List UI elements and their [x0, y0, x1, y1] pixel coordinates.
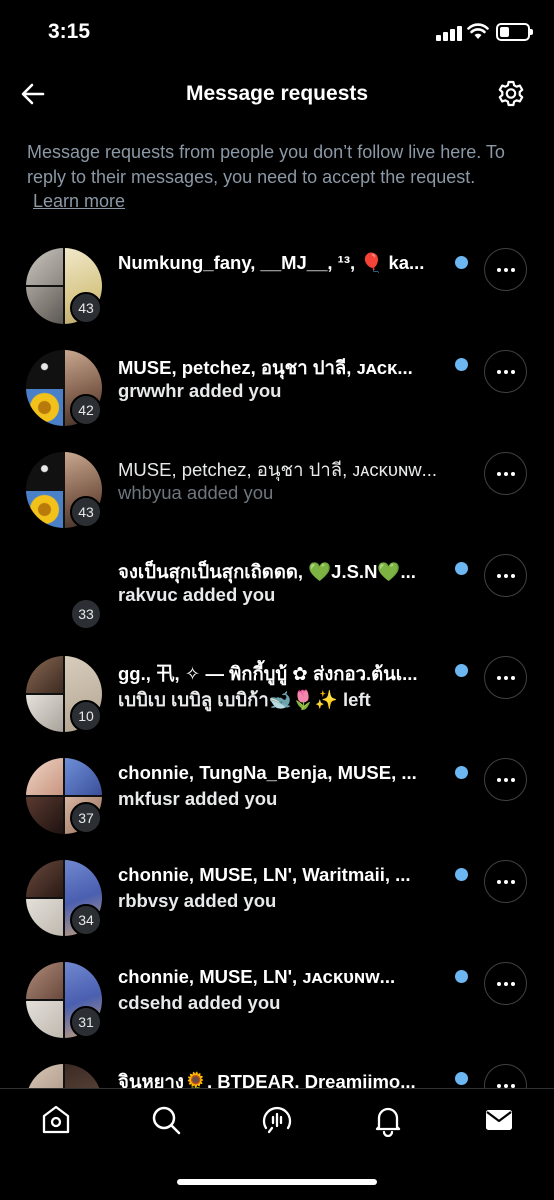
member-count-badge: 42 [70, 394, 102, 426]
more-options-button[interactable] [484, 758, 527, 801]
info-text: Message requests from people you don’t f… [27, 142, 505, 187]
top-header: Message requests [0, 66, 554, 122]
learn-more-link[interactable]: Learn more [33, 191, 125, 211]
member-count-badge: 37 [70, 802, 102, 834]
message-request-row[interactable]: 10 gg., 卂, ✧ — พิกกี้บูบู้ ✿ ส่งกอว.ต้นเ… [0, 630, 554, 732]
cellular-signal-icon [436, 25, 462, 41]
unread-indicator [455, 358, 468, 371]
conversation-subtitle: เบบิเบ เบบิลู เบบิก้า🐋🌷✨ left [118, 689, 371, 710]
status-bar: 3:15 [0, 0, 554, 66]
message-request-row[interactable]: 43 Numkung_fany, __MJ__, ¹³, 🎈 ka... [0, 222, 554, 324]
notifications-icon[interactable] [371, 1103, 405, 1137]
member-count-badge: 33 [70, 598, 102, 630]
conversation-names: Numkung_fany, __MJ__, ¹³, 🎈 ka... [118, 252, 425, 273]
home-icon[interactable] [39, 1103, 73, 1137]
search-icon[interactable] [149, 1103, 183, 1137]
conversation-names: MUSE, petchez, อนุชา ปาลี, ᴊᴀᴄᴋᴜɴᴡ... [118, 459, 438, 480]
battery-icon [496, 23, 533, 41]
message-request-row[interactable]: 31 chonnie, MUSE, LN', ᴊᴀᴄᴋᴜɴᴡ... cdsehd… [0, 936, 554, 1038]
status-time: 3:15 [48, 20, 91, 43]
message-request-list[interactable]: 43 Numkung_fany, __MJ__, ¹³, 🎈 ka... 42 … [0, 222, 554, 1088]
more-options-button[interactable] [484, 656, 527, 699]
conversation-subtitle: cdsehd added you [118, 992, 281, 1013]
member-count-badge: 34 [70, 904, 102, 936]
more-options-button[interactable] [484, 1064, 527, 1088]
conversation-names: chonnie, MUSE, LN', ᴊᴀᴄᴋᴜɴᴡ... [118, 966, 396, 987]
more-options-button[interactable] [484, 452, 527, 495]
conversation-names: MUSE, petchez, อนุชา ปาลี, ᴊᴀᴄᴋ... [118, 357, 413, 378]
conversation-subtitle: mkfusr added you [118, 788, 278, 809]
message-request-row[interactable]: 37 chonnie, TungNa_Benja, MUSE, ... mkfu… [0, 732, 554, 834]
unread-indicator [455, 766, 468, 779]
conversation-names: chonnie, TungNa_Benja, MUSE, ... [118, 762, 417, 783]
conversation-names: chonnie, MUSE, LN', Waritmaii, ... [118, 864, 411, 885]
spaces-icon[interactable] [260, 1103, 294, 1137]
messages-icon[interactable] [482, 1103, 516, 1137]
unread-indicator [455, 664, 468, 677]
group-avatar [26, 1064, 102, 1088]
conversation-names: จงเป็นสุกเป็นสุกเถิดดด, 💚J.S.N💚... [118, 561, 416, 582]
conversation-names: gg., 卂, ✧ — พิกกี้บูบู้ ✿ ส่งกอว.ต้นเ... [118, 663, 418, 684]
conversation-subtitle: grwwhr added you [118, 380, 282, 401]
message-request-row[interactable]: 34 chonnie, MUSE, LN', Waritmaii, ... rb… [0, 834, 554, 936]
conversation-names: จินหยาง🌻, BTDEAR, Dreamiimo... [118, 1071, 416, 1088]
unread-indicator [455, 868, 468, 881]
member-count-badge: 10 [70, 700, 102, 732]
conversation-subtitle: rakvuc added you [118, 584, 276, 605]
message-request-row[interactable]: 33 จงเป็นสุกเป็นสุกเถิดดด, 💚J.S.N💚... ra… [0, 528, 554, 630]
page-title: Message requests [185, 82, 369, 105]
wifi-icon [467, 23, 489, 39]
member-count-badge: 31 [70, 1006, 102, 1038]
conversation-subtitle: rbbvsy added you [118, 890, 277, 911]
info-message: Message requests from people you don’t f… [27, 140, 517, 214]
unread-indicator [455, 970, 468, 983]
message-request-row[interactable]: 43 MUSE, petchez, อนุชา ปาลี, ᴊᴀᴄᴋᴜɴᴡ...… [0, 426, 554, 528]
message-request-row[interactable]: จินหยาง🌻, BTDEAR, Dreamiimo... [0, 1038, 554, 1088]
member-count-badge: 43 [70, 292, 102, 324]
unread-indicator [455, 1072, 468, 1085]
home-indicator[interactable] [177, 1179, 377, 1185]
more-options-button[interactable] [484, 860, 527, 903]
more-options-button[interactable] [484, 350, 527, 393]
more-options-button[interactable] [484, 962, 527, 1005]
more-options-button[interactable] [484, 248, 527, 291]
member-count-badge: 43 [70, 496, 102, 528]
message-request-row[interactable]: 42 MUSE, petchez, อนุชา ปาลี, ᴊᴀᴄᴋ... gr… [0, 324, 554, 426]
unread-indicator [455, 562, 468, 575]
unread-indicator [455, 256, 468, 269]
conversation-subtitle: whbyua added you [118, 482, 274, 503]
gear-icon[interactable] [496, 79, 526, 109]
more-options-button[interactable] [484, 554, 527, 597]
